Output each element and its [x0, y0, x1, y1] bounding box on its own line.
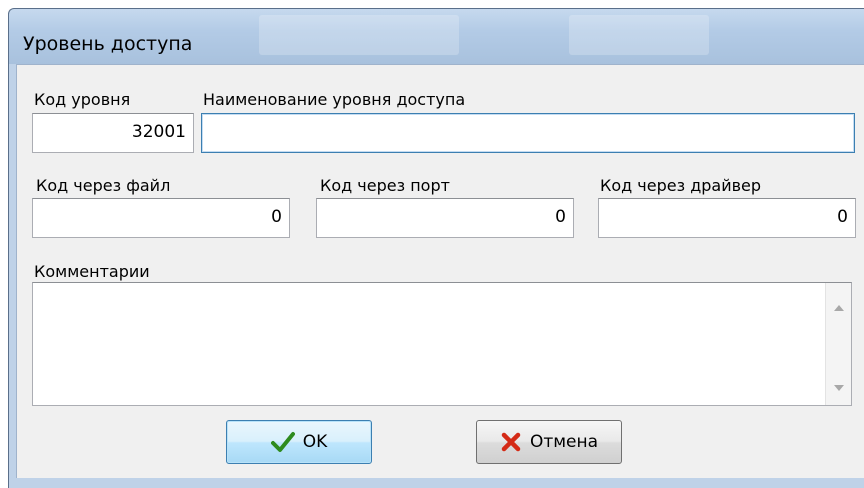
scroll-up-arrow-icon[interactable]: [834, 305, 844, 311]
driver-code-field[interactable]: 0: [598, 198, 856, 238]
background-glow: [259, 15, 459, 55]
red-x-icon: [500, 431, 522, 453]
checkmark-icon: [270, 431, 295, 453]
port-code-field[interactable]: 0: [316, 198, 574, 238]
level-code-field[interactable]: 32001: [32, 113, 194, 153]
level-code-label: Код уровня: [34, 90, 131, 109]
comments-text: [33, 283, 851, 295]
file-code-field[interactable]: 0: [32, 198, 290, 238]
file-code-label: Код через файл: [36, 176, 171, 195]
cancel-button-label: Отмена: [529, 432, 599, 452]
scroll-down-arrow-icon[interactable]: [834, 385, 844, 391]
comments-textarea[interactable]: [32, 282, 852, 406]
comments-label: Комментарии: [34, 262, 150, 281]
driver-code-label: Код через драйвер: [600, 176, 762, 195]
title-bar[interactable]: Уровень доступа: [8, 8, 864, 64]
dialog-window: Уровень доступа Код уровня Наименование …: [0, 0, 864, 488]
background-glow: [569, 15, 709, 55]
ok-button-label: OK: [302, 432, 328, 452]
ok-button[interactable]: OK: [226, 420, 372, 464]
level-name-label: Наименование уровня доступа: [203, 90, 466, 109]
comments-scrollbar[interactable]: [825, 283, 851, 405]
window-title: Уровень доступа: [23, 33, 193, 55]
cancel-button[interactable]: Отмена: [476, 420, 622, 464]
port-code-label: Код через порт: [320, 176, 450, 195]
level-name-input[interactable]: [201, 113, 855, 153]
